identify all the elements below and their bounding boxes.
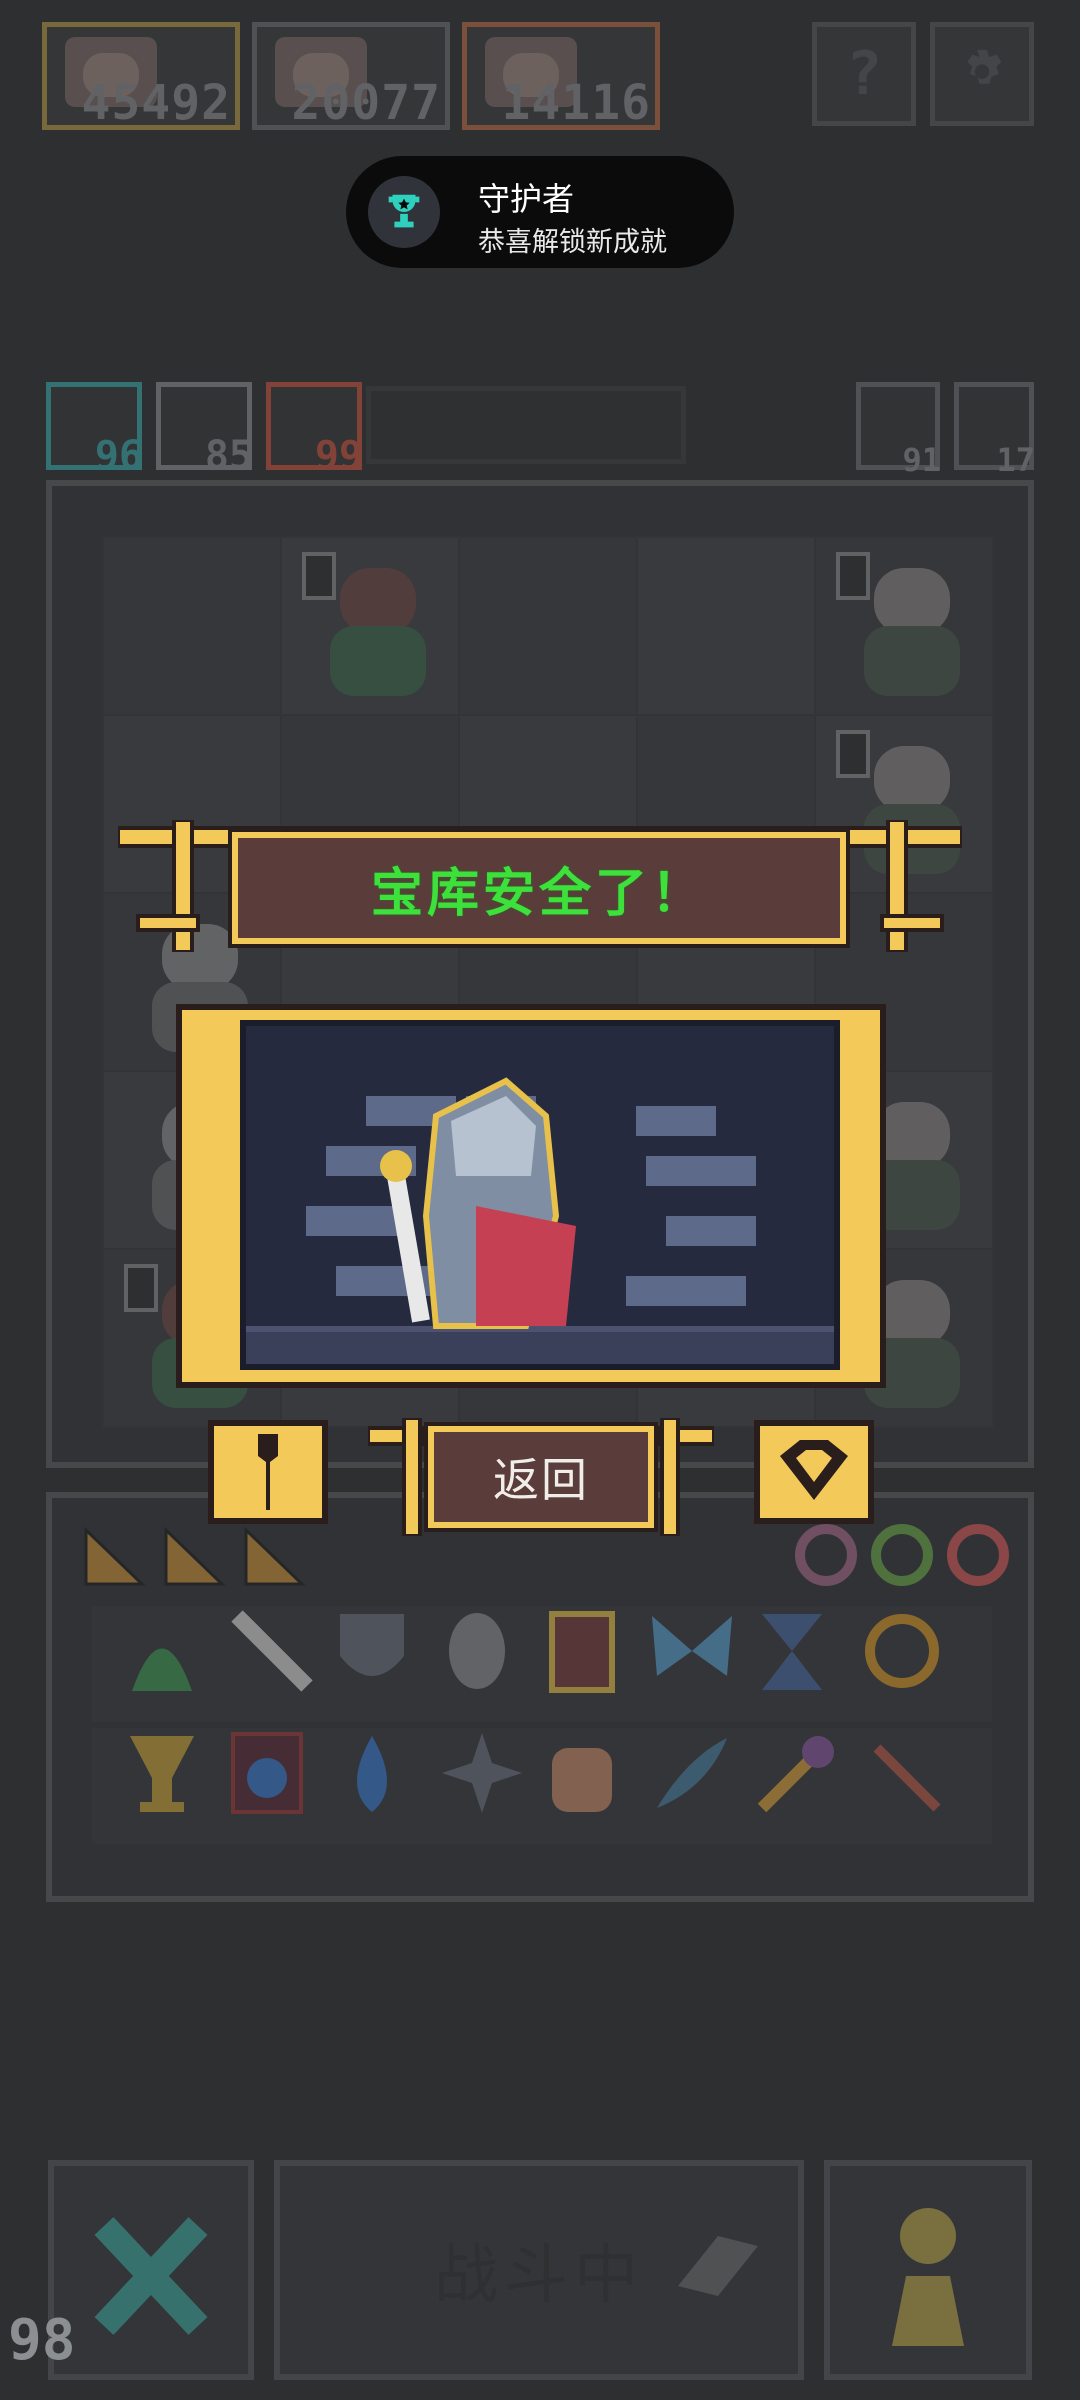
resource-wing: 85 [156,382,253,479]
share-button[interactable] [208,1420,328,1524]
resource-pawn[interactable]: 17 [954,382,1035,479]
progress-track [366,386,686,464]
pawn-button[interactable] [824,2160,1032,2380]
resource-fire: 99 [266,382,363,479]
inventory-row-1 [92,1606,992,1722]
potion-item[interactable] [542,1606,642,1706]
bone-item[interactable] [227,1606,327,1706]
swap-icon [678,2236,758,2296]
key-item[interactable] [752,1728,852,1828]
board-cell[interactable] [814,536,994,716]
triangle-slots [82,1520,332,1590]
maid-unit [856,568,966,698]
move-up-count: 91 [902,441,941,479]
vault-scene [240,1020,840,1370]
board-cell[interactable] [458,536,638,716]
drop-item[interactable] [332,1728,432,1828]
pawn-count: 17 [996,441,1035,479]
knight-illustration [246,1077,834,1364]
hand-item[interactable] [542,1728,642,1828]
minotaur-unit [322,568,432,698]
orb-icons [795,1524,1009,1586]
pawn-icon [892,2208,964,2346]
wing-count: 85 [204,433,253,479]
back-button-ornament [368,1418,714,1536]
feather-item[interactable] [647,1728,747,1828]
board-cell[interactable] [280,536,460,716]
shield-item[interactable] [332,1606,432,1706]
orb-slots [792,1520,1012,1590]
close-icon [94,2217,208,2335]
fight-button[interactable]: 战斗中 [274,2160,804,2380]
shard-icons [84,1526,306,1586]
fight-label: 战斗中 [434,2239,644,2313]
flame-card-item[interactable] [227,1728,327,1828]
cancel-button[interactable] [48,2160,254,2380]
resource-gem: 96 [46,382,143,479]
hourglass-item[interactable] [752,1606,852,1706]
slime-item[interactable] [122,1606,222,1706]
board-cell[interactable] [102,536,282,716]
ring-item[interactable] [857,1606,957,1706]
compass-item[interactable] [437,1728,537,1828]
gem-count: 96 [94,433,143,479]
mirror-item[interactable] [437,1606,537,1706]
inventory-row-2 [92,1728,992,1844]
resource-move-up[interactable]: 91 [856,382,941,479]
resource-row: 96 85 99 91 17 [0,0,1080,480]
key-icon [258,1434,278,1510]
chalice-item[interactable] [122,1728,222,1828]
fire-count: 99 [314,433,363,479]
heart-icon [780,1440,848,1500]
board-cell[interactable] [636,536,816,716]
banner-title: 宝库安全了！ [370,863,707,924]
dart-item[interactable] [857,1728,957,1828]
bottom-bar: 战斗中 [0,2140,1080,2400]
corner-counter: 98 [8,2308,76,2373]
inventory-panel [46,1492,1034,1902]
banner-panel: 宝库安全了！ [228,828,850,948]
favorite-button[interactable] [754,1420,874,1524]
butterfly-item[interactable] [647,1606,747,1706]
